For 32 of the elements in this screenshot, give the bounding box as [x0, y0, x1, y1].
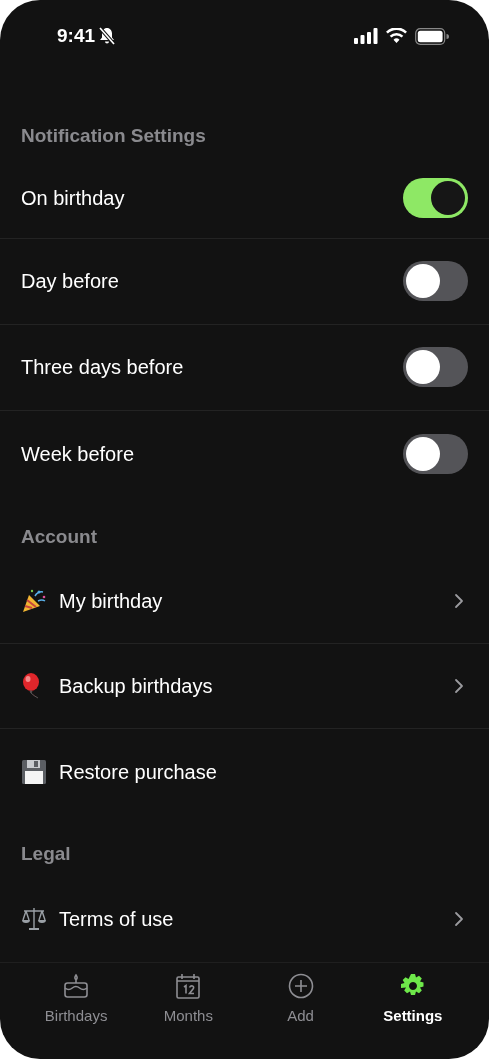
setting-label: Week before: [21, 441, 136, 467]
toggle-switch[interactable]: [403, 433, 468, 474]
setting-label: Three days before: [21, 355, 185, 380]
setting-label[interactable]: My birthday: [59, 586, 454, 616]
section-header: Account: [20, 524, 98, 549]
chevron-right-icon: [454, 678, 464, 694]
section-header: Notification Settings: [20, 124, 207, 148]
signal-icon: [354, 28, 378, 44]
status-time: 9:41: [57, 23, 96, 48]
setting-label[interactable]: Restore purchase: [59, 756, 468, 787]
setting-label[interactable]: Terms of use: [59, 904, 454, 934]
add-icon: [287, 972, 314, 999]
setting-label: Day before: [21, 269, 120, 294]
chevron-right-icon: [454, 593, 464, 609]
party-popper-icon: [21, 588, 47, 614]
calendar-icon: [176, 972, 201, 999]
chevron-right-icon: [454, 911, 464, 927]
scales-icon: [21, 906, 47, 932]
toggle-switch[interactable]: [403, 261, 468, 301]
setting-label: On birthday: [21, 186, 126, 211]
tab-bar-item[interactable]: Add: [244, 972, 357, 1029]
section-header: Legal: [20, 842, 72, 866]
bell-muted-icon: [97, 26, 118, 46]
tab-bar-item[interactable]: Birthdays: [20, 972, 133, 1029]
toggle-switch[interactable]: [403, 347, 468, 387]
battery-icon: [415, 27, 449, 45]
cake-icon: [63, 972, 90, 999]
toggle-switch[interactable]: [403, 178, 468, 218]
wifi-icon: [386, 28, 407, 44]
tab-bar-item[interactable]: Settings: [356, 972, 469, 1029]
setting-label[interactable]: Backup birthdays: [59, 671, 454, 701]
tab-bar-item[interactable]: Months: [132, 972, 245, 1029]
